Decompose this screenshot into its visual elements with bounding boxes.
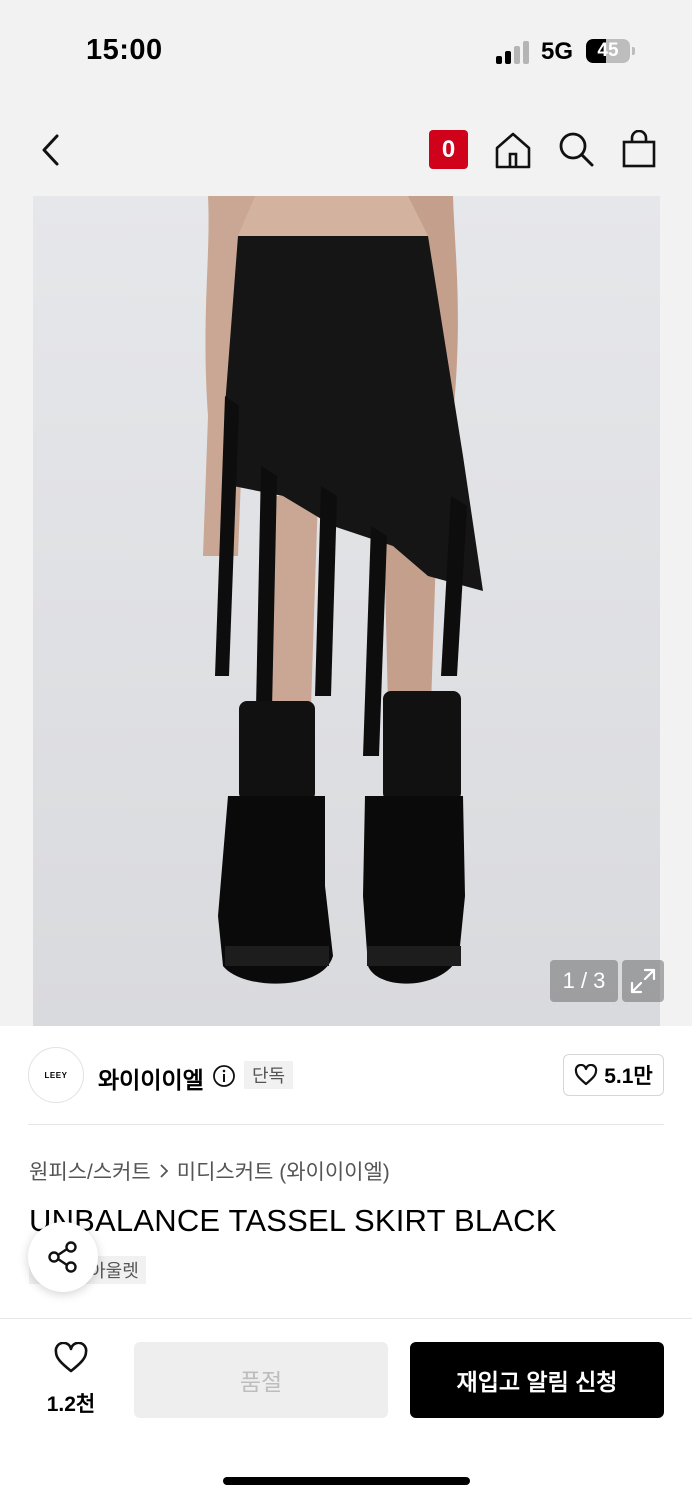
restock-alert-button[interactable]: 재입고 알림 신청: [410, 1342, 664, 1418]
wishlist-count: 1.2천: [46, 1393, 96, 1416]
top-nav: 0: [0, 100, 692, 196]
exclusive-tag: 단독: [244, 1061, 294, 1089]
breadcrumb-subcategory[interactable]: 미디스커트 (와이이이엘): [177, 1156, 390, 1186]
brand-badge-button[interactable]: 0: [429, 130, 468, 169]
brand-like-button[interactable]: 5.1만: [563, 1054, 664, 1096]
home-button[interactable]: [491, 128, 535, 172]
cart-button[interactable]: [618, 128, 660, 170]
breadcrumb-category[interactable]: 원피스/스커트: [29, 1156, 151, 1186]
info-icon[interactable]: [212, 1064, 236, 1088]
battery-level: 45: [597, 40, 619, 61]
wishlist-button[interactable]: 1.2천: [36, 1342, 106, 1418]
brand-like-count: 5.1만: [604, 1065, 653, 1088]
brand-logo[interactable]: LEEY: [28, 1047, 84, 1103]
brand-name[interactable]: 와이이이엘: [98, 1061, 204, 1095]
status-bar: 15:00 5G 45: [0, 0, 692, 100]
shopping-bag-icon: [622, 130, 656, 168]
soldout-button: 품절: [134, 1342, 388, 1418]
back-button[interactable]: [30, 130, 70, 170]
breadcrumb: 원피스/스커트 미디스커트 (와이이이엘): [29, 1156, 390, 1186]
battery-nub: [632, 47, 635, 55]
search-icon: [559, 132, 594, 167]
image-pager: 1 / 3: [550, 960, 618, 1002]
network-label: 5G: [541, 38, 574, 65]
expand-icon: [630, 968, 656, 994]
heart-icon: [54, 1342, 88, 1373]
home-indicator[interactable]: [223, 1477, 470, 1485]
divider: [28, 1124, 664, 1125]
product-photo-illustration: [203, 196, 483, 984]
share-icon: [48, 1241, 77, 1273]
chevron-right-icon: [160, 1164, 169, 1178]
chevron-left-icon: [42, 134, 59, 166]
share-button[interactable]: [28, 1222, 98, 1292]
heart-icon: [575, 1064, 598, 1086]
home-icon: [495, 132, 531, 169]
signal-icon: [496, 40, 532, 64]
expand-image-button[interactable]: [622, 960, 664, 1002]
status-time: 15:00: [86, 34, 163, 66]
product-title: UNBALANCE TASSEL SKIRT BLACK: [29, 1203, 557, 1238]
search-button[interactable]: [555, 128, 597, 170]
battery-icon: 45: [586, 39, 630, 63]
product-image[interactable]: [33, 196, 660, 1026]
